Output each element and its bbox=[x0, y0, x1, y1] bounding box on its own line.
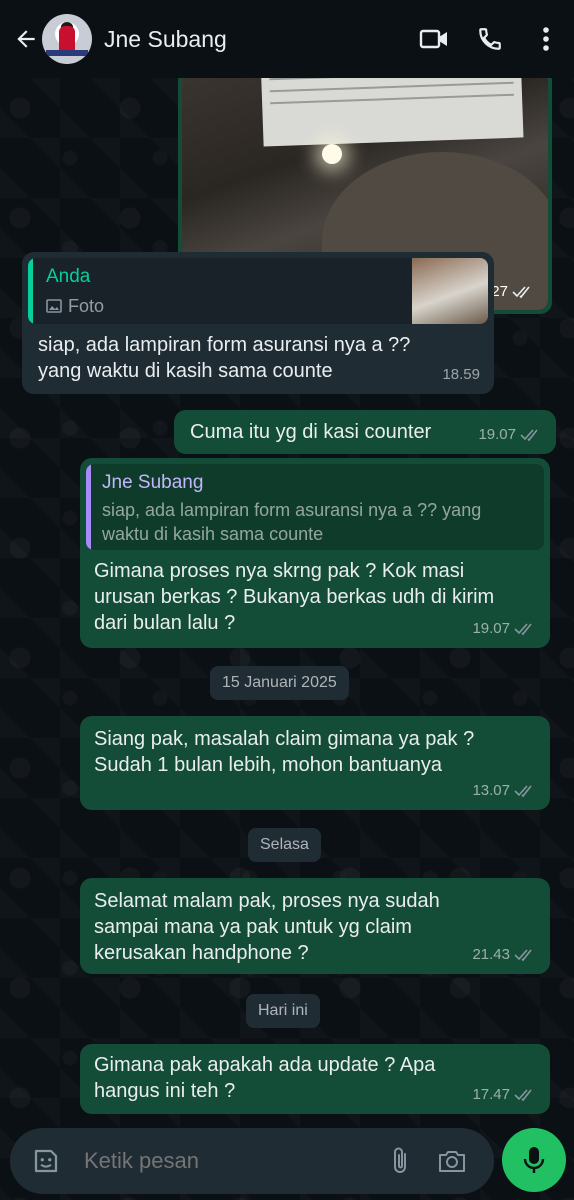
read-ticks-icon bbox=[514, 1089, 532, 1102]
read-ticks-icon bbox=[514, 785, 532, 798]
message-input[interactable] bbox=[84, 1148, 376, 1174]
receipt-paper bbox=[260, 72, 524, 147]
outgoing-message[interactable]: Gimana pak apakah ada update ? Apa hangu… bbox=[80, 1044, 550, 1114]
back-arrow-icon[interactable] bbox=[6, 19, 46, 59]
message-meta: 18.59 bbox=[442, 362, 480, 388]
emoji-sticker-icon[interactable] bbox=[22, 1137, 70, 1185]
message-meta: 13.07 bbox=[472, 778, 536, 804]
quote-bar bbox=[86, 464, 91, 550]
contact-avatar[interactable] bbox=[42, 14, 92, 64]
message-time: 21.43 bbox=[472, 946, 510, 963]
photo-icon bbox=[46, 299, 62, 313]
video-call-icon[interactable] bbox=[406, 11, 462, 67]
date-separator: Selasa bbox=[248, 828, 321, 862]
read-ticks-icon bbox=[512, 285, 530, 298]
outgoing-message[interactable]: Siang pak, masalah claim gimana ya pak ?… bbox=[80, 716, 550, 810]
message-time: 13.07 bbox=[472, 782, 510, 799]
photo-flash bbox=[322, 144, 342, 164]
outgoing-message[interactable]: Cuma itu yg di kasi counter 19.07 bbox=[174, 410, 556, 454]
date-separator: 15 Januari 2025 bbox=[210, 666, 349, 700]
read-ticks-icon bbox=[514, 623, 532, 636]
quoted-message[interactable]: Jne Subang siap, ada lampiran form asura… bbox=[86, 464, 544, 550]
more-vert-icon[interactable] bbox=[518, 11, 574, 67]
quote-text: siap, ada lampiran form asuransi nya a ?… bbox=[102, 500, 482, 544]
message-list[interactable]: HD 18.27 Anda Foto siap, ada lampiran fo… bbox=[0, 68, 574, 1128]
quote-bar bbox=[28, 258, 33, 324]
message-text: Gimana proses nya skrng pak ? Kok masi u… bbox=[94, 560, 495, 634]
quote-thumbnail bbox=[412, 258, 488, 324]
mic-icon bbox=[523, 1147, 545, 1173]
phone-call-icon[interactable] bbox=[462, 11, 518, 67]
mic-button[interactable] bbox=[502, 1128, 566, 1192]
message-composer[interactable] bbox=[10, 1128, 494, 1194]
message-meta: 21.43 bbox=[472, 942, 536, 968]
date-separator: Hari ini bbox=[246, 994, 320, 1028]
quote-author: Anda bbox=[46, 266, 91, 287]
outgoing-message[interactable]: Selamat malam pak, proses nya sudah samp… bbox=[80, 878, 550, 974]
message-meta: 17.47 bbox=[472, 1082, 536, 1108]
chat-header: Jne Subang bbox=[0, 0, 574, 78]
read-ticks-icon bbox=[514, 949, 532, 962]
message-text: siap, ada lampiran form asuransi nya a ?… bbox=[38, 334, 411, 382]
message-time: 17.47 bbox=[472, 1086, 510, 1103]
outgoing-reply-message[interactable]: Jne Subang siap, ada lampiran form asura… bbox=[80, 458, 550, 648]
read-ticks-icon bbox=[520, 429, 538, 442]
message-meta: 19.07 bbox=[478, 422, 542, 448]
message-time: 19.07 bbox=[478, 426, 516, 443]
message-time: 18.59 bbox=[442, 366, 480, 383]
quoted-message[interactable]: Anda Foto bbox=[28, 258, 488, 324]
message-text: Siang pak, masalah claim gimana ya pak ?… bbox=[94, 728, 475, 776]
message-text: Gimana pak apakah ada update ? Apa hangu… bbox=[94, 1054, 436, 1102]
message-text: Cuma itu yg di kasi counter bbox=[190, 421, 432, 443]
contact-name[interactable]: Jne Subang bbox=[104, 26, 406, 53]
message-time: 19.07 bbox=[472, 620, 510, 637]
message-text: Selamat malam pak, proses nya sudah samp… bbox=[94, 890, 440, 964]
camera-icon[interactable] bbox=[424, 1137, 480, 1185]
quote-author: Jne Subang bbox=[102, 472, 204, 493]
attach-icon[interactable] bbox=[376, 1137, 424, 1185]
message-meta: 19.07 bbox=[472, 616, 536, 642]
quote-text: Foto bbox=[68, 296, 105, 316]
incoming-reply-message[interactable]: Anda Foto siap, ada lampiran form asuran… bbox=[22, 252, 494, 394]
